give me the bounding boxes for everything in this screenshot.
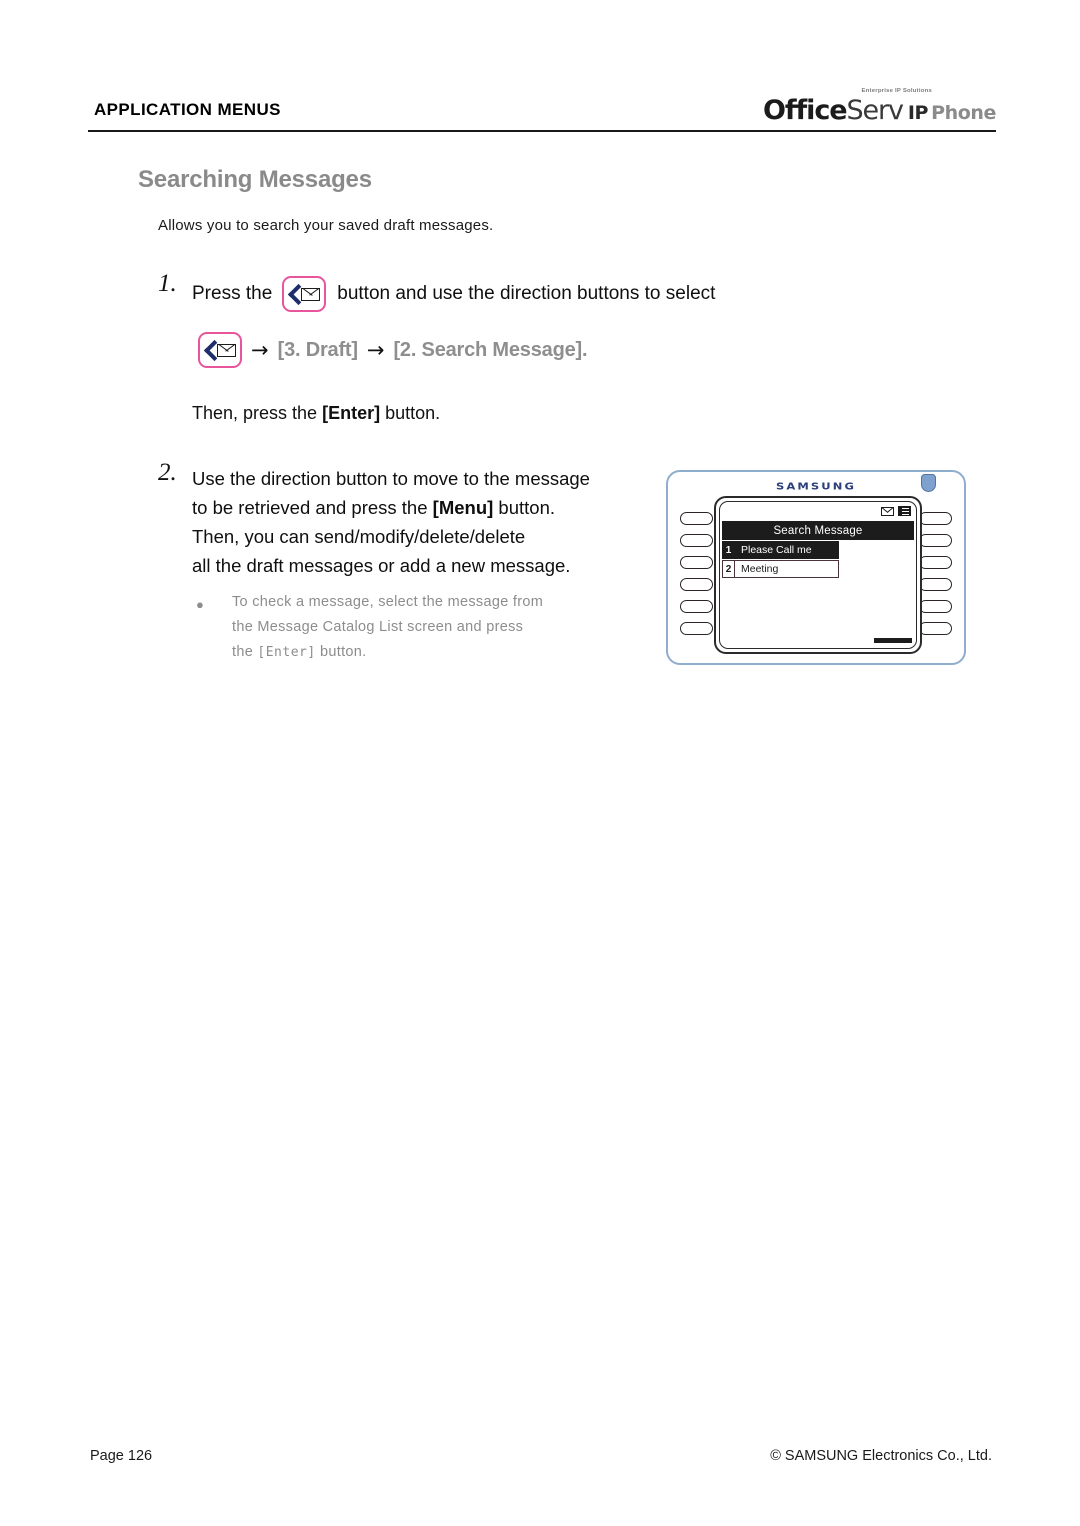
intro-text: Allows you to search your saved draft me… xyxy=(158,217,494,234)
note-line-3-a: the xyxy=(232,644,258,660)
logo-wordmark: OfficeServ IP Phone xyxy=(763,97,996,124)
footer-page-number: Page 126 xyxy=(90,1448,153,1464)
page-title: Searching Messages xyxy=(138,166,372,193)
lcd-list-item[interactable]: 2 Meeting xyxy=(722,560,839,578)
header-section-label: APPLICATION MENUS xyxy=(94,100,281,119)
step-1-followup-suffix: button. xyxy=(380,403,441,423)
document-page: APPLICATION MENUS Enterprise IP Solution… xyxy=(0,0,1080,1526)
soft-button[interactable] xyxy=(680,534,713,547)
envelope-icon xyxy=(217,343,236,357)
lcd-list-item-label: Please Call me xyxy=(735,541,839,559)
soft-button[interactable] xyxy=(919,534,952,547)
note-line-2: the Message Catalog List screen and pres… xyxy=(232,619,524,635)
soft-button[interactable] xyxy=(680,512,713,525)
lcd-list-item-index: 2 xyxy=(722,560,735,578)
step-1-text-after: button and use the direction buttons to … xyxy=(337,283,716,304)
soft-button[interactable] xyxy=(919,622,952,635)
lcd-list-item-label: Meeting xyxy=(735,560,839,578)
phone-soft-buttons-right xyxy=(919,512,952,635)
lcd-list-item-index: 1 xyxy=(722,541,735,559)
logo-serv-text: Serv xyxy=(846,95,904,126)
menu-key-label: [Menu] xyxy=(432,497,494,518)
message-button-icon-path[interactable] xyxy=(198,332,242,368)
soft-button[interactable] xyxy=(919,556,952,569)
step-2-number: 2. xyxy=(158,459,177,486)
note-text: To check a message, select the message f… xyxy=(232,590,592,665)
path-arrow-1: → xyxy=(251,338,269,362)
step-2-line-2: to be retrieved and press the [Menu] but… xyxy=(192,493,662,522)
path-period: . xyxy=(581,338,588,361)
step-1-text-before: Press the xyxy=(192,283,273,304)
soft-button[interactable] xyxy=(919,512,952,525)
page-header: APPLICATION MENUS Enterprise IP Solution… xyxy=(88,88,996,140)
step-2-body: Use the direction button to move to the … xyxy=(192,464,662,580)
path-arrow-2: → xyxy=(366,338,385,362)
phone-lcd-bezel: Search Message 1 Please Call me 2 Meetin… xyxy=(714,496,922,654)
phone-soft-buttons-left xyxy=(680,512,713,635)
soft-button[interactable] xyxy=(680,556,713,569)
phone-lcd-screen: Search Message 1 Please Call me 2 Meetin… xyxy=(719,501,917,649)
message-button-icon[interactable] xyxy=(282,276,327,312)
note-line-1: To check a message, select the message f… xyxy=(232,594,544,610)
logo-phone-text: Phone xyxy=(931,102,996,124)
footer-copyright: © SAMSUNG Electronics Co., Ltd. xyxy=(770,1448,992,1464)
logo-tagline: Enterprise IP Solutions xyxy=(861,88,932,94)
soft-button[interactable] xyxy=(919,578,952,591)
envelope-icon xyxy=(881,506,894,516)
note-line-3-b: button. xyxy=(315,644,367,660)
step-1-line: Press the button and use the direction b… xyxy=(192,276,715,312)
lcd-scroll-indicator xyxy=(874,638,912,643)
lcd-list-item[interactable]: 1 Please Call me xyxy=(722,541,839,559)
lcd-status-bar xyxy=(881,506,911,516)
list-icon xyxy=(898,506,911,516)
step-2-line-4: all the draft messages or add a new mess… xyxy=(192,555,571,576)
enter-key-label: [Enter] xyxy=(322,403,381,423)
step-2-line-2-a: to be retrieved and press the xyxy=(192,497,433,518)
note-bullet-icon: ● xyxy=(196,597,205,612)
soft-button[interactable] xyxy=(680,578,713,591)
phone-brand-label: SAMSUNG xyxy=(775,480,856,492)
menu-path: → [3. Draft] → [2. Search Message] . xyxy=(198,332,588,368)
step-1-followup: Then, press the [Enter] button. xyxy=(192,403,440,424)
header-divider xyxy=(88,130,996,132)
phone-illustration: SAMSUNG Search Message 1 Please Call me … xyxy=(666,470,966,665)
logo-office-text: Office xyxy=(763,95,848,126)
chevron-left-icon xyxy=(288,285,300,303)
step-1-followup-prefix: Then, press the xyxy=(192,403,323,423)
soft-button[interactable] xyxy=(919,600,952,613)
step-2-line-1: Use the direction button to move to the … xyxy=(192,468,590,489)
chevron-left-icon xyxy=(204,341,216,359)
path-item-search-message: [2. Search Message] xyxy=(393,338,582,361)
path-item-draft: [3. Draft] xyxy=(277,338,358,361)
note-line-3: the [Enter] button. xyxy=(232,640,592,665)
note-enter-key-label: [Enter] xyxy=(257,645,316,660)
soft-button[interactable] xyxy=(680,622,713,635)
logo-ip-text: IP xyxy=(907,102,929,124)
soft-button[interactable] xyxy=(680,600,713,613)
envelope-icon xyxy=(301,287,321,301)
step-1-number: 1. xyxy=(158,270,177,297)
lcd-title-bar: Search Message xyxy=(722,521,914,540)
step-2-line-2-b: button. xyxy=(493,497,555,518)
step-2-line-3: Then, you can send/modify/delete/delete xyxy=(192,526,526,547)
officeserv-logo: Enterprise IP Solutions OfficeServ IP Phon… xyxy=(763,88,996,132)
